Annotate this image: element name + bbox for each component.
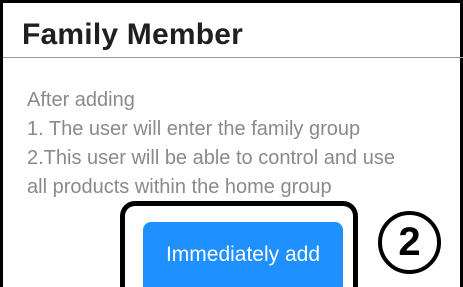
info-line-control-products: 2.This user will be able to control and …	[27, 147, 395, 169]
info-line-after-adding: After adding	[27, 89, 135, 111]
step-number-badge: 2	[378, 211, 441, 274]
title-divider	[3, 57, 463, 58]
immediately-add-button[interactable]: Immediately add	[143, 222, 343, 287]
info-line-home-group: all products within the home group	[27, 176, 332, 198]
dialog-title: Family Member	[22, 18, 244, 51]
info-line-enter-group: 1. The user will enter the family group	[27, 118, 361, 140]
